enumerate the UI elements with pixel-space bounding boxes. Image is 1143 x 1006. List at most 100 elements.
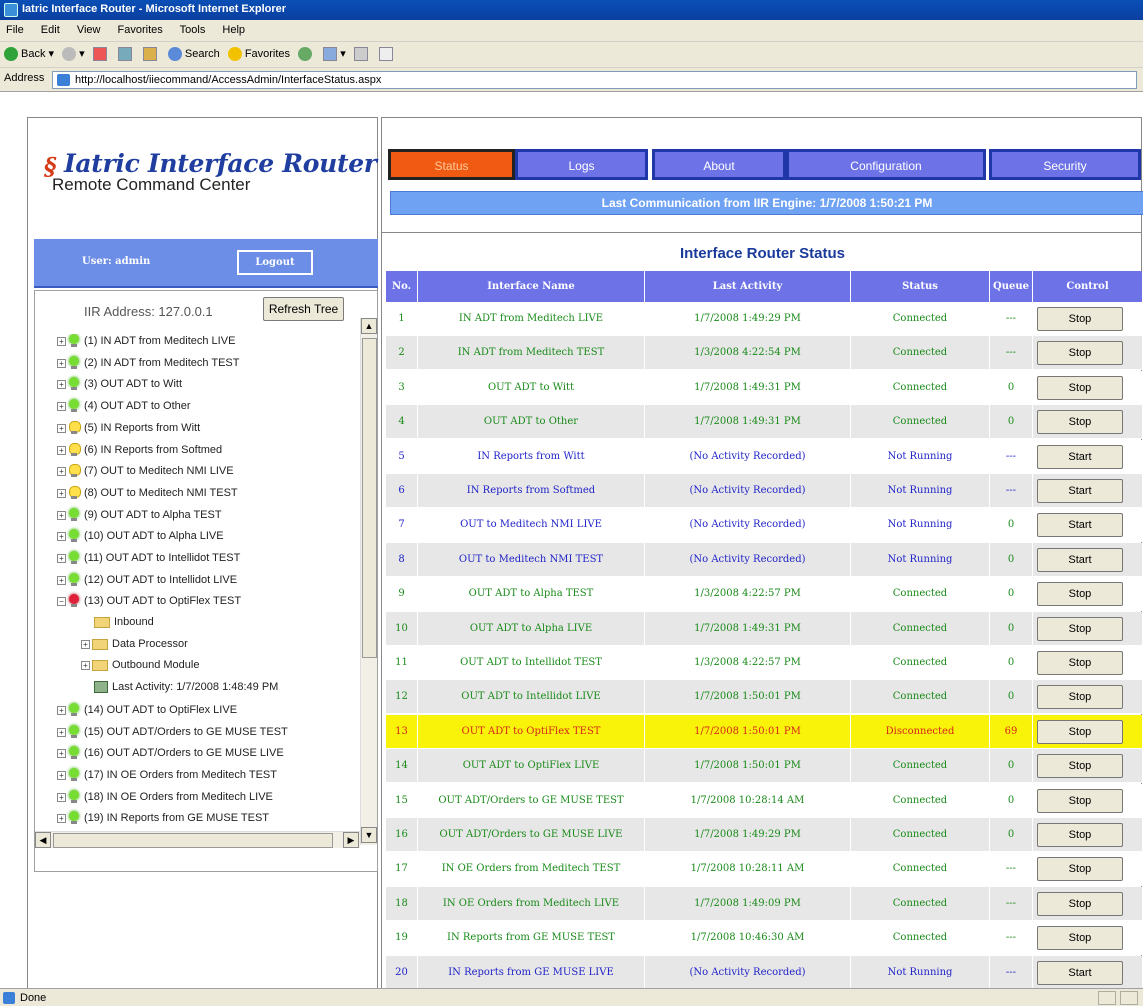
expand-icon[interactable]: +: [57, 770, 66, 780]
logout-button[interactable]: Logout: [237, 250, 313, 275]
tree-node[interactable]: + (15) OUT ADT/Orders to GE MUSE TEST: [57, 725, 288, 747]
menu-file[interactable]: File: [6, 24, 24, 36]
tree-node[interactable]: + (3) OUT ADT to Witt: [57, 377, 182, 399]
expand-icon[interactable]: +: [57, 488, 66, 498]
menu-tools[interactable]: Tools: [180, 24, 206, 36]
tree-node[interactable]: + (6) IN Reports from Softmed: [57, 443, 222, 465]
tree-node[interactable]: Inbound: [81, 616, 154, 638]
stop-button[interactable]: Stop: [1037, 376, 1123, 400]
tree-vertical-scrollbar[interactable]: ▲ ▼: [360, 318, 377, 845]
expand-icon[interactable]: +: [81, 660, 90, 670]
expand-icon[interactable]: +: [57, 553, 66, 563]
collapse-icon[interactable]: −: [57, 596, 66, 606]
edit-button[interactable]: [378, 47, 396, 62]
start-button[interactable]: Start: [1037, 445, 1123, 469]
tree-horizontal-scrollbar[interactable]: ◀ ▶: [35, 831, 360, 848]
tree-node[interactable]: + (19) IN Reports from GE MUSE TEST: [57, 811, 269, 832]
stop-button[interactable]: Stop: [1037, 651, 1123, 675]
media-button[interactable]: [298, 47, 315, 62]
tree-node[interactable]: + Data Processor: [81, 638, 188, 660]
expand-icon[interactable]: +: [57, 336, 66, 346]
tree-node-label: (12) OUT ADT to Intellidot LIVE: [84, 573, 238, 586]
tree-node[interactable]: + (17) IN OE Orders from Meditech TEST: [57, 768, 277, 790]
expand-icon[interactable]: +: [57, 510, 66, 520]
stop-button[interactable]: Stop: [1037, 685, 1123, 709]
start-button[interactable]: Start: [1037, 548, 1123, 572]
tab-configuration[interactable]: Configuration: [786, 149, 986, 180]
expand-icon[interactable]: +: [57, 401, 66, 411]
print-button[interactable]: [353, 47, 371, 62]
tree-node[interactable]: + (11) OUT ADT to Intellidot TEST: [57, 551, 240, 573]
stop-button[interactable]: Stop: [1037, 341, 1123, 365]
start-button[interactable]: Start: [1037, 961, 1123, 985]
scroll-thumb[interactable]: [362, 338, 377, 658]
stop-button[interactable]: Stop: [1037, 754, 1123, 778]
scroll-down-icon[interactable]: ▼: [361, 827, 377, 843]
home-button[interactable]: [142, 47, 160, 62]
stop-button[interactable]: Stop: [1037, 307, 1123, 331]
tree-node[interactable]: + (14) OUT ADT to OptiFlex LIVE: [57, 703, 237, 725]
expand-icon[interactable]: +: [57, 575, 66, 585]
expand-icon[interactable]: +: [57, 423, 66, 433]
tab-about[interactable]: About: [652, 149, 786, 180]
tree-node[interactable]: + (1) IN ADT from Meditech LIVE: [57, 334, 235, 356]
search-button[interactable]: Search: [167, 47, 220, 62]
tree-node[interactable]: + (8) OUT to Meditech NMI TEST: [57, 486, 238, 508]
menu-favorites[interactable]: Favorites: [118, 24, 163, 36]
menu-help[interactable]: Help: [222, 24, 245, 36]
expand-icon[interactable]: +: [57, 748, 66, 758]
scroll-thumb[interactable]: [53, 833, 333, 848]
expand-icon[interactable]: +: [57, 531, 66, 541]
stop-button[interactable]: Stop: [1037, 720, 1123, 744]
expand-icon[interactable]: +: [57, 705, 66, 715]
stop-button[interactable]: Stop: [1037, 410, 1123, 434]
scroll-left-icon[interactable]: ◀: [35, 832, 51, 848]
stop-button[interactable]: Stop: [1037, 823, 1123, 847]
mail-button[interactable]: ▾: [323, 47, 346, 62]
logo-subtitle: Remote Command Center: [52, 175, 251, 194]
tree-node[interactable]: Last Activity: 1/7/2008 1:48:49 PM: [81, 681, 278, 703]
expand-icon[interactable]: +: [57, 813, 66, 823]
refresh-tree-button[interactable]: Refresh Tree: [263, 297, 344, 321]
tab-status[interactable]: Status: [388, 149, 515, 180]
start-button[interactable]: Start: [1037, 513, 1123, 537]
tab-logs[interactable]: Logs: [515, 149, 648, 180]
menu-view[interactable]: View: [77, 24, 101, 36]
tree-node[interactable]: + (18) IN OE Orders from Meditech LIVE: [57, 790, 273, 812]
tree-node[interactable]: + (9) OUT ADT to Alpha TEST: [57, 508, 222, 530]
stop-button[interactable]: Stop: [1037, 926, 1123, 950]
stop-button[interactable]: Stop: [1037, 617, 1123, 641]
tree-node[interactable]: + (7) OUT to Meditech NMI LIVE: [57, 464, 234, 486]
row-number: 18: [386, 887, 418, 921]
tree-node[interactable]: + (2) IN ADT from Meditech TEST: [57, 356, 239, 378]
stop-button[interactable]: Stop: [1037, 892, 1123, 916]
expand-icon[interactable]: +: [57, 445, 66, 455]
tree-node[interactable]: + (16) OUT ADT/Orders to GE MUSE LIVE: [57, 746, 284, 768]
back-button[interactable]: Back ▾: [4, 47, 54, 62]
start-button[interactable]: Start: [1037, 479, 1123, 503]
refresh-button[interactable]: [117, 47, 135, 62]
favorites-button[interactable]: Favorites: [227, 47, 290, 62]
stop-button[interactable]: [92, 47, 110, 62]
tree-node[interactable]: + (5) IN Reports from Witt: [57, 421, 200, 443]
scroll-right-icon[interactable]: ▶: [343, 832, 359, 848]
expand-icon[interactable]: +: [57, 727, 66, 737]
menu-edit[interactable]: Edit: [41, 24, 60, 36]
expand-icon[interactable]: +: [57, 379, 66, 389]
tree-node[interactable]: − (13) OUT ADT to OptiFlex TEST: [57, 594, 241, 616]
tree-node[interactable]: + (12) OUT ADT to Intellidot LIVE: [57, 573, 237, 595]
tree-node[interactable]: + (4) OUT ADT to Other: [57, 399, 191, 421]
stop-button[interactable]: Stop: [1037, 789, 1123, 813]
stop-button[interactable]: Stop: [1037, 857, 1123, 881]
tree-node[interactable]: + Outbound Module: [81, 659, 199, 681]
expand-icon[interactable]: +: [57, 466, 66, 476]
forward-button[interactable]: ▾: [62, 47, 85, 62]
expand-icon[interactable]: +: [57, 358, 66, 368]
stop-button[interactable]: Stop: [1037, 582, 1123, 606]
tab-security[interactable]: Security: [989, 149, 1141, 180]
scroll-up-icon[interactable]: ▲: [361, 318, 377, 334]
tree-node[interactable]: + (10) OUT ADT to Alpha LIVE: [57, 529, 224, 551]
address-input[interactable]: http://localhost/iiecommand/AccessAdmin/…: [52, 71, 1137, 89]
expand-icon[interactable]: +: [57, 792, 66, 802]
expand-icon[interactable]: +: [81, 639, 90, 649]
